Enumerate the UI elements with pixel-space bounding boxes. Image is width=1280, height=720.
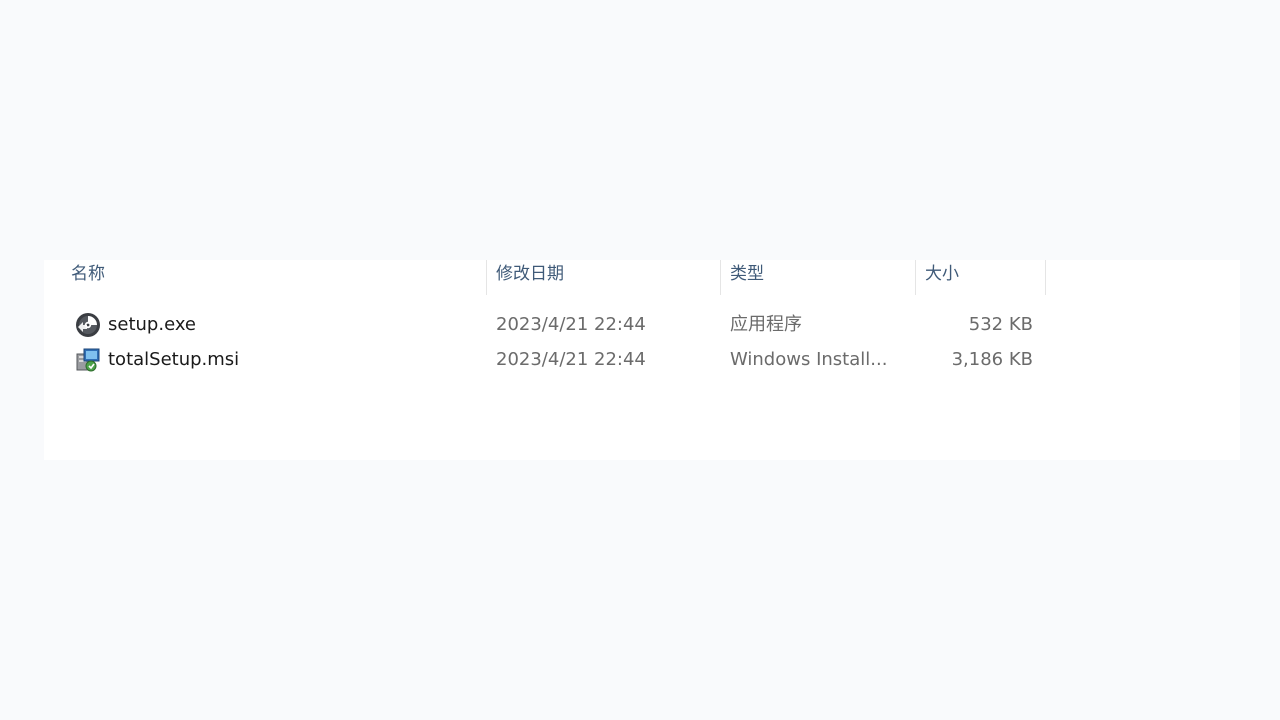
file-list-panel: 名称 修改日期 类型 大小 setup.exe 2023/4/21 22:44 …: [44, 260, 1240, 460]
column-divider[interactable]: [1045, 260, 1046, 295]
file-name: totalSetup.msi: [108, 349, 240, 370]
column-header-row: 名称 修改日期 类型 大小: [44, 260, 1046, 295]
file-date: 2023/4/21 22:44: [496, 314, 646, 335]
column-header-type[interactable]: 类型: [721, 260, 915, 295]
column-header-type-label: 类型: [730, 264, 764, 284]
file-size: 532 KB: [968, 314, 1033, 335]
file-name: setup.exe: [108, 314, 196, 335]
file-row-setup-exe[interactable]: setup.exe 2023/4/21 22:44 应用程序 532 KB: [44, 307, 1046, 342]
column-header-size[interactable]: 大小: [916, 260, 1045, 295]
file-list: setup.exe 2023/4/21 22:44 应用程序 532 KB to…: [44, 307, 1046, 377]
file-type: Windows Install...: [730, 349, 888, 370]
file-row-totalsetup-msi[interactable]: totalSetup.msi 2023/4/21 22:44 Windows I…: [44, 342, 1046, 377]
file-type: 应用程序: [730, 314, 802, 335]
column-header-name-label: 名称: [71, 264, 105, 284]
column-header-date-label: 修改日期: [496, 264, 564, 284]
file-size: 3,186 KB: [951, 349, 1033, 370]
setup-disc-icon: [76, 313, 100, 337]
column-header-date[interactable]: 修改日期: [487, 260, 720, 295]
file-date: 2023/4/21 22:44: [496, 349, 646, 370]
column-header-name[interactable]: 名称: [62, 260, 486, 295]
msi-installer-icon: [76, 348, 100, 372]
column-header-size-label: 大小: [925, 264, 959, 284]
